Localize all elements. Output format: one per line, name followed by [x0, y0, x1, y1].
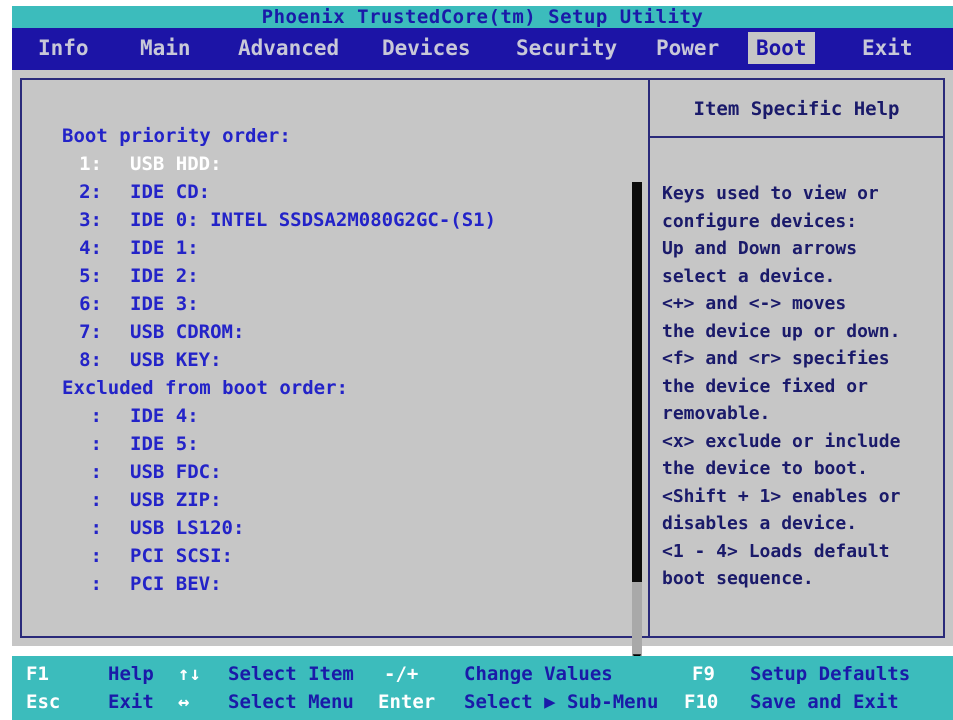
- boot-device-usb-hdd[interactable]: USB HDD:: [130, 150, 222, 178]
- help-line: <f> and <r> specifies: [662, 348, 890, 369]
- key-legend-bar: F1 Help ↑↓ Select Item -/+ Change Values…: [12, 656, 953, 720]
- boot-device-ide-2[interactable]: IDE 2:: [130, 262, 199, 290]
- help-line: <+> and <-> moves: [662, 293, 847, 314]
- f1-key-label: F1: [26, 663, 49, 685]
- scrollbar-thumb[interactable]: [632, 182, 642, 582]
- menu-advanced[interactable]: Advanced: [230, 32, 347, 64]
- bios-screen: Phoenix TrustedCore(tm) Setup Utility In…: [0, 0, 953, 720]
- select-menu-label: Select Menu: [228, 691, 354, 713]
- setup-defaults-label: Setup Defaults: [750, 663, 911, 685]
- left-right-arrows-icon: ↔: [178, 691, 190, 713]
- excluded-device-pci-scsi[interactable]: PCI SCSI:: [130, 542, 233, 570]
- help-line: disables a device.: [662, 513, 858, 534]
- excluded-marker: :: [90, 545, 102, 567]
- menu-power[interactable]: Power: [648, 32, 727, 64]
- excluded-device-usb-ls120[interactable]: USB LS120:: [130, 514, 244, 542]
- excluded-marker: :: [90, 461, 102, 483]
- excluded-marker: :: [90, 405, 102, 427]
- boot-device-ide-0[interactable]: IDE 0: INTEL SSDSA2M080G2GC-(S1): [130, 206, 496, 234]
- boot-device-usb-key[interactable]: USB KEY:: [130, 346, 222, 374]
- excluded-device-pci-bev[interactable]: PCI BEV:: [130, 570, 222, 598]
- help-text: Keys used to view or configure devices: …: [662, 180, 942, 593]
- menu-security[interactable]: Security: [508, 32, 625, 64]
- boot-priority-number: 2:: [79, 181, 102, 203]
- boot-device-ide-cd[interactable]: IDE CD:: [130, 178, 210, 206]
- scrollbar[interactable]: [632, 182, 642, 666]
- excluded-device-usb-fdc[interactable]: USB FDC:: [130, 458, 222, 486]
- help-line: <x> exclude or include: [662, 430, 901, 452]
- excluded-header: Excluded from boot order:: [62, 377, 348, 399]
- boot-device-ide-1[interactable]: IDE 1:: [130, 234, 199, 262]
- menu-exit[interactable]: Exit: [854, 32, 921, 64]
- boot-priority-number: 7:: [79, 321, 102, 343]
- excluded-marker: :: [90, 433, 102, 455]
- boot-priority-number: 8:: [79, 349, 102, 371]
- help-line: removable.: [662, 403, 771, 424]
- help-line: <Shift + 1> enables or: [662, 485, 901, 507]
- plus-minus-key-label: -/+: [384, 663, 419, 685]
- help-panel: Item Specific Help Keys used to view or …: [648, 78, 945, 638]
- help-line: boot sequence.: [662, 568, 814, 589]
- menu-info[interactable]: Info: [30, 32, 97, 64]
- up-down-arrows-icon: ↑↓: [178, 663, 201, 685]
- help-title: Item Specific Help: [650, 80, 943, 138]
- menu-main[interactable]: Main: [132, 32, 199, 64]
- change-values-label: Change Values: [464, 663, 613, 685]
- help-line: the device up or down.: [662, 320, 901, 342]
- help-action-label: Help: [108, 663, 154, 685]
- boot-priority-number: 1:: [79, 153, 102, 175]
- menu-bar: Info Main Advanced Devices Security Powe…: [12, 28, 953, 70]
- menu-devices[interactable]: Devices: [374, 32, 479, 64]
- boot-priority-number: 5:: [79, 265, 102, 287]
- esc-key-label: Esc: [26, 691, 61, 713]
- select-submenu-label: Select ▶ Sub-Menu: [464, 691, 659, 713]
- boot-device-usb-cdrom[interactable]: USB CDROM:: [130, 318, 244, 346]
- boot-priority-header: Boot priority order:: [62, 125, 291, 147]
- title-bar: Phoenix TrustedCore(tm) Setup Utility: [12, 6, 953, 28]
- help-line: Keys used to view or: [662, 183, 879, 204]
- help-line: the device fixed or: [662, 375, 868, 397]
- boot-device-ide-3[interactable]: IDE 3:: [130, 290, 199, 318]
- f9-key-label: F9: [692, 663, 715, 685]
- excluded-marker: :: [90, 517, 102, 539]
- excluded-marker: :: [90, 573, 102, 595]
- boot-priority-number: 6:: [79, 293, 102, 315]
- help-line: the device to boot.: [662, 458, 868, 479]
- excluded-device-usb-zip[interactable]: USB ZIP:: [130, 486, 222, 514]
- excluded-marker: :: [90, 489, 102, 511]
- select-item-label: Select Item: [228, 663, 354, 685]
- menu-boot[interactable]: Boot: [748, 32, 815, 64]
- boot-priority-number: 3:: [79, 209, 102, 231]
- exit-action-label: Exit: [108, 691, 154, 713]
- f10-key-label: F10: [684, 691, 719, 713]
- boot-priority-number: 4:: [79, 237, 102, 259]
- excluded-device-ide-4[interactable]: IDE 4:: [130, 402, 199, 430]
- help-line: <1 - 4> Loads default: [662, 540, 890, 562]
- enter-key-label: Enter: [378, 691, 436, 713]
- excluded-device-ide-5[interactable]: IDE 5:: [130, 430, 199, 458]
- boot-order-panel: [20, 78, 648, 638]
- save-exit-label: Save and Exit: [750, 691, 899, 713]
- help-line: select a device.: [662, 265, 836, 287]
- help-line: configure devices:: [662, 210, 858, 232]
- help-line: Up and Down arrows: [662, 238, 858, 259]
